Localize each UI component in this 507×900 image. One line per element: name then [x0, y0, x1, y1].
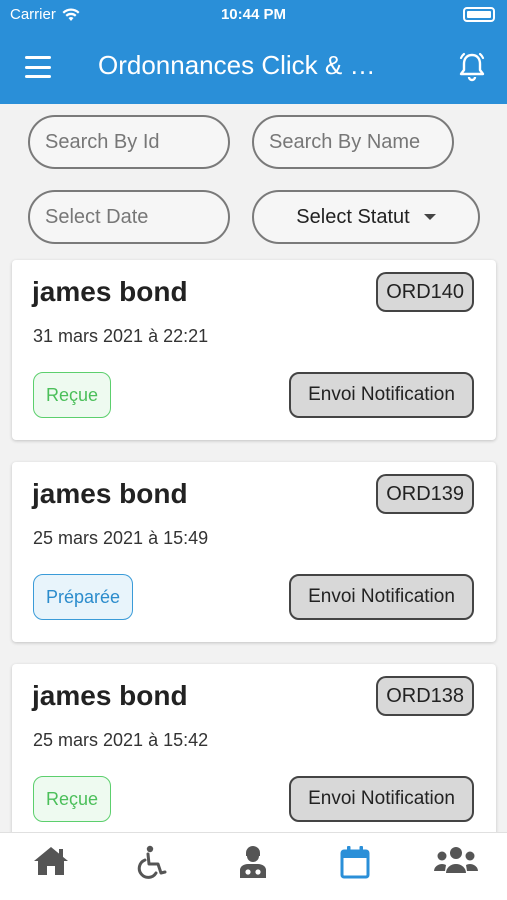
- nav-accessibility[interactable]: [127, 845, 177, 885]
- status-badge: Préparée: [33, 574, 134, 620]
- clock: 10:44 PM: [220, 6, 287, 23]
- status-badge: Reçue: [33, 372, 112, 418]
- send-notification-button[interactable]: Envoi Notification: [289, 372, 474, 418]
- send-notification-button[interactable]: Envoi Notification: [289, 776, 474, 822]
- patient-name: james bond: [32, 478, 188, 509]
- app-bar: Ordonnances Click & …: [0, 36, 507, 96]
- search-id-field[interactable]: [28, 115, 230, 169]
- patient-name: james bond: [32, 276, 188, 307]
- status-badge: Reçue: [33, 776, 112, 822]
- order-date: 25 mars 2021 à 15:42: [33, 730, 209, 750]
- nav-doctor[interactable]: [228, 845, 278, 885]
- order-id-badge: ORD138: [376, 676, 474, 716]
- order-card[interactable]: james bond ORD140 31 mars 2021 à 22:21 R…: [12, 260, 496, 440]
- bottom-navigation: [0, 832, 507, 900]
- order-date: 25 mars 2021 à 15:49: [33, 528, 209, 548]
- doctor-icon: [240, 846, 267, 878]
- select-date-input[interactable]: [45, 205, 228, 229]
- order-id-badge: ORD139: [376, 474, 474, 514]
- bell-icon[interactable]: [455, 50, 489, 84]
- patient-name: james bond: [32, 680, 188, 711]
- select-statut-dropdown[interactable]: Select Statut: [252, 190, 480, 244]
- order-card[interactable]: james bond ORD138 25 mars 2021 à 15:42 R…: [12, 664, 496, 844]
- nav-calendar[interactable]: [330, 845, 380, 885]
- nav-home[interactable]: [26, 845, 76, 885]
- app-header: Carrier 10:44 PM Ordonnances Click & …: [0, 0, 507, 104]
- order-card[interactable]: james bond ORD139 25 mars 2021 à 15:49 P…: [12, 462, 496, 642]
- status-bar: Carrier 10:44 PM: [0, 0, 507, 30]
- nav-users[interactable]: [431, 845, 481, 885]
- search-name-input[interactable]: [269, 130, 452, 154]
- home-icon: [33, 847, 68, 875]
- select-date-field[interactable]: [28, 190, 230, 244]
- order-date: 31 mars 2021 à 22:21: [33, 326, 209, 346]
- page-title: Ordonnances Click & …: [98, 50, 376, 80]
- search-id-input[interactable]: [45, 130, 228, 154]
- caret-down-icon: [423, 214, 436, 220]
- order-id-badge: ORD140: [376, 272, 474, 312]
- search-name-field[interactable]: [252, 115, 454, 169]
- battery-icon: [463, 7, 495, 22]
- select-statut-label: Select Statut: [296, 205, 410, 228]
- calendar-icon: [340, 846, 370, 879]
- send-notification-button[interactable]: Envoi Notification: [289, 574, 474, 620]
- wheelchair-icon: [137, 845, 167, 879]
- users-icon: [434, 847, 479, 873]
- menu-icon[interactable]: [20, 52, 56, 82]
